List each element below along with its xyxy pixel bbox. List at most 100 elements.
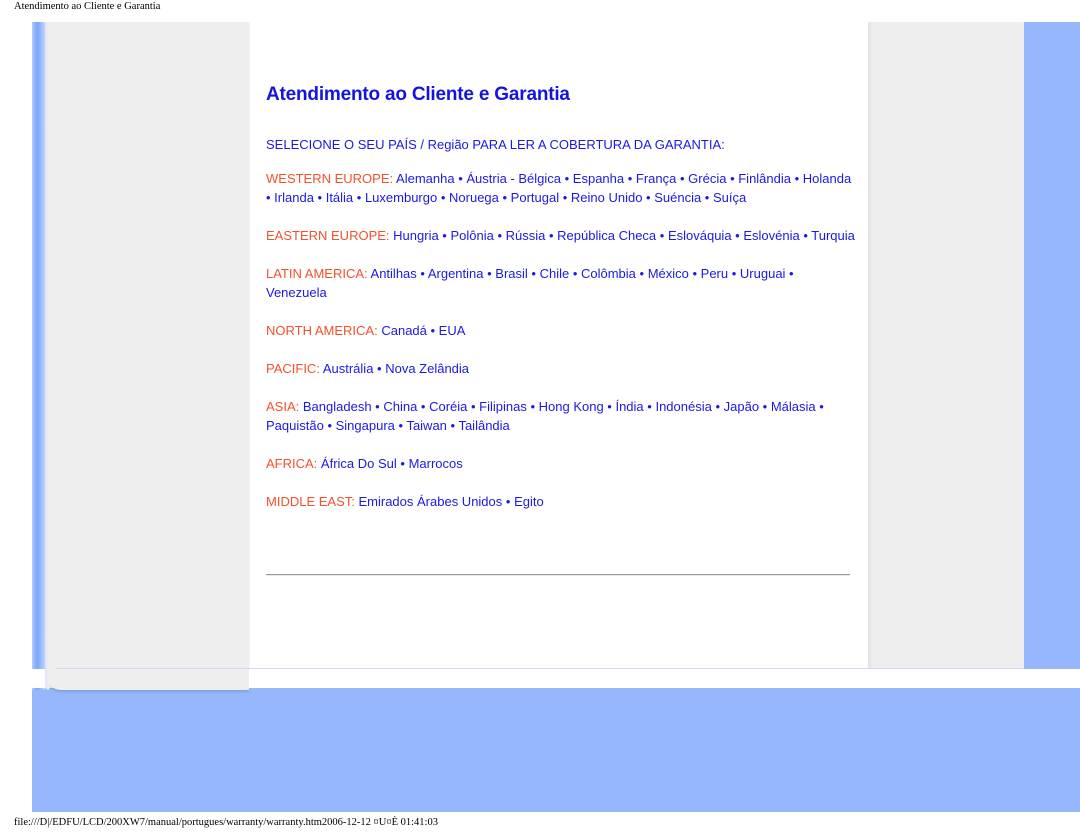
bullet-separator-icon: • [446, 418, 459, 433]
bullet-separator-icon: • [467, 399, 480, 414]
bullet-separator-icon: • [313, 190, 326, 205]
country-link[interactable]: Peru [701, 266, 728, 281]
bullet-separator-icon: • [545, 228, 558, 243]
country-link[interactable]: Tailândia [458, 418, 509, 433]
country-link[interactable]: Bangladesh [303, 399, 372, 414]
country-link[interactable]: Noruega [449, 190, 499, 205]
region-block: AFRICA: África Do Sul • Marrocos [266, 454, 856, 473]
country-link[interactable]: Antilhas [371, 266, 417, 281]
country-link[interactable]: Nova Zelândia [385, 361, 469, 376]
country-link[interactable]: Eslováquia [668, 228, 732, 243]
bullet-separator-icon: • [635, 266, 648, 281]
bullet-separator-icon: • [815, 399, 824, 414]
bullet-separator-icon: • [371, 399, 384, 414]
bullet-separator-icon: • [759, 399, 771, 414]
region-label: MIDDLE EAST: [266, 494, 355, 509]
bullet-separator-icon: • [323, 418, 336, 433]
region-block: MIDDLE EAST: Emirados Árabes Unidos • Eg… [266, 492, 856, 511]
country-link[interactable]: Paquistão [266, 418, 324, 433]
bullet-separator-icon: • [569, 266, 581, 281]
country-link[interactable]: Filipinas [479, 399, 527, 414]
region-block: NORTH AMERICA: Canadá • EUA [266, 321, 856, 340]
country-link[interactable]: Marrocos [409, 456, 463, 471]
print-header-title: Atendimento ao Cliente e Garantia [14, 1, 161, 12]
region-block: LATIN AMERICA: Antilhas • Argentina • Br… [266, 264, 856, 302]
country-link[interactable]: Índia [615, 399, 643, 414]
country-link[interactable]: Egito [514, 494, 544, 509]
country-link[interactable]: Luxemburgo [365, 190, 437, 205]
country-link[interactable]: África Do Sul [321, 456, 397, 471]
country-link[interactable]: Polônia [450, 228, 493, 243]
country-link[interactable]: Irlanda [274, 190, 314, 205]
country-link[interactable]: Grécia [688, 171, 726, 186]
country-link[interactable]: Uruguai [740, 266, 786, 281]
bullet-separator-icon: • [493, 228, 506, 243]
country-link[interactable]: Espanha [573, 171, 624, 186]
bullet-separator-icon: • [688, 266, 701, 281]
bullet-separator-icon: • [438, 228, 451, 243]
bullet-separator-icon: • [676, 171, 689, 186]
country-link[interactable]: Japão [724, 399, 759, 414]
region-block: ASIA: Bangladesh • China • Coréia • Fili… [266, 397, 856, 435]
right-gray-panel [868, 22, 1024, 683]
bullet-separator-icon: • [394, 418, 407, 433]
bullet-separator-icon: • [527, 266, 540, 281]
country-link[interactable]: Holanda [803, 171, 851, 186]
country-link[interactable]: República Checa [557, 228, 656, 243]
country-link[interactable]: Rússia [506, 228, 546, 243]
country-link[interactable]: Chile [540, 266, 570, 281]
country-link[interactable]: Austrália [323, 361, 374, 376]
region-label: AFRICA: [266, 456, 318, 471]
bullet-separator-icon: • [642, 190, 655, 205]
country-link[interactable]: Suíça [713, 190, 746, 205]
country-link[interactable]: Taiwan [406, 418, 446, 433]
country-link[interactable]: Eslovénia [743, 228, 799, 243]
country-link[interactable]: França [636, 171, 676, 186]
country-link[interactable]: Argentina [428, 266, 484, 281]
country-link[interactable]: Venezuela [266, 285, 327, 300]
region-label: PACIFIC: [266, 361, 320, 376]
region-block: PACIFIC: Austrália • Nova Zelândia [266, 359, 856, 378]
country-link[interactable]: Málasia [771, 399, 816, 414]
page-bottom-white-band [249, 669, 1080, 688]
country-link[interactable]: Hungria [393, 228, 439, 243]
country-link[interactable]: Turquia [811, 228, 855, 243]
bullet-separator-icon: • [701, 190, 713, 205]
right-gray-panel-edge [868, 22, 873, 683]
bullet-separator-icon: • [711, 399, 724, 414]
country-link[interactable]: Singapura [336, 418, 395, 433]
country-link[interactable]: Áustria - Bélgica [466, 171, 561, 186]
country-link[interactable]: Colômbia [581, 266, 636, 281]
page-title: Atendimento ao Cliente e Garantia [266, 84, 570, 105]
country-link[interactable]: EUA [439, 323, 466, 338]
region-label: EASTERN EUROPE: [266, 228, 390, 243]
country-link[interactable]: Reino Unido [571, 190, 643, 205]
country-link[interactable]: Coréia [429, 399, 467, 414]
country-link[interactable]: Canadá [381, 323, 427, 338]
country-link[interactable]: México [648, 266, 689, 281]
country-link[interactable]: Alemanha [396, 171, 455, 186]
bullet-separator-icon: • [559, 190, 571, 205]
left-sidebar-edge [45, 22, 49, 690]
country-link[interactable]: China [383, 399, 417, 414]
bullet-separator-icon: • [603, 399, 616, 414]
country-link[interactable]: Portugal [511, 190, 559, 205]
select-country-instruction: SELECIONE O SEU PAÍS / Região PARA LER A… [266, 137, 725, 152]
content-divider [266, 574, 850, 576]
country-link[interactable]: Hong Kong [539, 399, 604, 414]
bullet-separator-icon: • [266, 190, 275, 205]
bullet-separator-icon: • [791, 171, 803, 186]
country-link[interactable]: Finlândia [738, 171, 791, 186]
region-label: LATIN AMERICA: [266, 266, 368, 281]
bullet-separator-icon: • [502, 494, 515, 509]
region-label: ASIA: [266, 399, 300, 414]
region-list: WESTERN EUROPE: Alemanha • Áustria - Bél… [266, 169, 856, 530]
country-link[interactable]: Suéncia [654, 190, 701, 205]
country-link[interactable]: Indonésia [655, 399, 711, 414]
country-link[interactable]: Emirados Árabes Unidos [358, 494, 502, 509]
country-link[interactable]: Itália [326, 190, 353, 205]
country-link[interactable]: Brasil [495, 266, 528, 281]
bullet-separator-icon: • [416, 266, 428, 281]
bullet-separator-icon: • [353, 190, 365, 205]
bullet-separator-icon: • [785, 266, 794, 281]
